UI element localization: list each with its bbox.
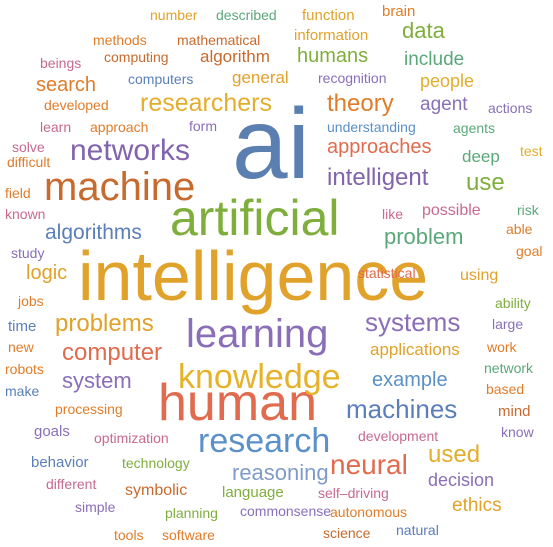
word-algorithms: algorithms: [45, 221, 142, 244]
word-goal: goal: [516, 243, 542, 259]
word-different: different: [46, 476, 96, 492]
word-processing: processing: [55, 401, 123, 417]
word-computer: computer: [62, 339, 162, 366]
word-networks: networks: [70, 134, 190, 167]
word-number: number: [150, 7, 198, 23]
word-study: study: [11, 245, 44, 261]
word-people: people: [420, 71, 474, 91]
word-self-driving: self–driving: [318, 485, 389, 501]
word-reasoning: reasoning: [232, 460, 329, 485]
word-systems: systems: [365, 307, 460, 337]
word-deep: deep: [462, 147, 500, 166]
word-logic: logic: [26, 262, 67, 284]
word-network: network: [484, 360, 534, 376]
word-neural: neural: [330, 449, 408, 480]
word-cloud-svg: aiintelligenceartificialhumanlearningmac…: [5, 3, 543, 543]
word-computers: computers: [128, 71, 193, 87]
word-agent: agent: [420, 94, 468, 115]
word-actions: actions: [488, 100, 532, 116]
word-learning: learning: [186, 312, 328, 356]
word-algorithm: algorithm: [200, 47, 270, 66]
word-cloud: ai intelligence artificial human learning mac…: [0, 0, 553, 547]
word-large: large: [492, 316, 523, 332]
word-methods: methods: [93, 32, 147, 48]
word-form: form: [189, 118, 217, 134]
word-data: data: [402, 18, 446, 43]
word-humans: humans: [297, 45, 368, 67]
word-computing: computing: [104, 49, 169, 65]
word-difficult: difficult: [7, 154, 50, 170]
word-problem: problem: [384, 224, 463, 249]
word-ethics: ethics: [452, 495, 502, 516]
word-able: able: [506, 221, 533, 237]
word-like: like: [382, 206, 403, 222]
word-tools: tools: [114, 527, 144, 543]
word-described: described: [216, 7, 277, 23]
word-optimization: optimization: [94, 430, 169, 446]
word-research: research: [198, 422, 330, 460]
word-decision: decision: [428, 470, 494, 490]
word-autonomous: autonomous: [330, 504, 407, 520]
word-function: function: [302, 7, 355, 24]
word-search: search: [36, 74, 96, 96]
word-language: language: [222, 484, 284, 501]
word-robots: robots: [5, 361, 44, 377]
word-information: information: [294, 27, 368, 44]
word-software: software: [162, 527, 215, 543]
word-machines: machines: [346, 394, 457, 424]
word-use: use: [466, 169, 505, 196]
word-technology: technology: [122, 455, 190, 471]
word-risk: risk: [517, 202, 540, 218]
word-planning: planning: [165, 505, 218, 521]
word-used: used: [428, 441, 480, 468]
word-work: work: [486, 339, 518, 355]
word-artificial: artificial: [170, 190, 339, 246]
word-know: know: [501, 424, 535, 440]
word-intelligent: intelligent: [327, 164, 429, 191]
word-beings: beings: [40, 55, 81, 71]
word-understanding: understanding: [327, 119, 416, 135]
word-general: general: [232, 68, 289, 87]
word-development: development: [358, 428, 438, 444]
word-possible: possible: [422, 202, 481, 219]
word-solve: solve: [12, 139, 45, 155]
word-brain: brain: [382, 3, 415, 20]
word-approach: approach: [90, 119, 148, 135]
word-agents: agents: [453, 120, 495, 136]
word-simple: simple: [75, 499, 116, 515]
word-based: based: [486, 381, 524, 397]
word-mind: mind: [498, 403, 531, 420]
word-problems: problems: [55, 310, 154, 337]
word-test: test: [520, 143, 543, 159]
word-known: known: [5, 206, 45, 222]
word-knowledge: knowledge: [178, 358, 341, 396]
word-commonsense: commonsense: [240, 503, 331, 519]
word-time: time: [8, 318, 36, 335]
word-researchers: researchers: [140, 89, 272, 117]
word-science: science: [323, 525, 371, 541]
word-statistical: statistical: [358, 265, 416, 281]
word-make: make: [5, 383, 39, 399]
word-jobs: jobs: [17, 293, 44, 309]
word-using: using: [460, 267, 498, 284]
word-system: system: [62, 368, 132, 393]
word-example: example: [372, 369, 448, 391]
word-symbolic: symbolic: [125, 482, 187, 499]
word-recognition: recognition: [318, 70, 387, 86]
word-include: include: [404, 49, 464, 70]
word-new: new: [8, 339, 35, 355]
word-behavior: behavior: [31, 454, 89, 471]
word-approaches: approaches: [327, 136, 432, 158]
word-goals: goals: [34, 423, 70, 440]
word-ability: ability: [495, 295, 531, 311]
word-applications: applications: [370, 340, 460, 359]
word-field: field: [5, 185, 31, 201]
word-learn: learn: [40, 119, 71, 135]
word-theory: theory: [327, 90, 394, 117]
word-developed: developed: [44, 97, 109, 113]
word-mathematical: mathematical: [177, 32, 260, 48]
word-machine: machine: [44, 165, 195, 209]
word-natural: natural: [396, 522, 439, 538]
